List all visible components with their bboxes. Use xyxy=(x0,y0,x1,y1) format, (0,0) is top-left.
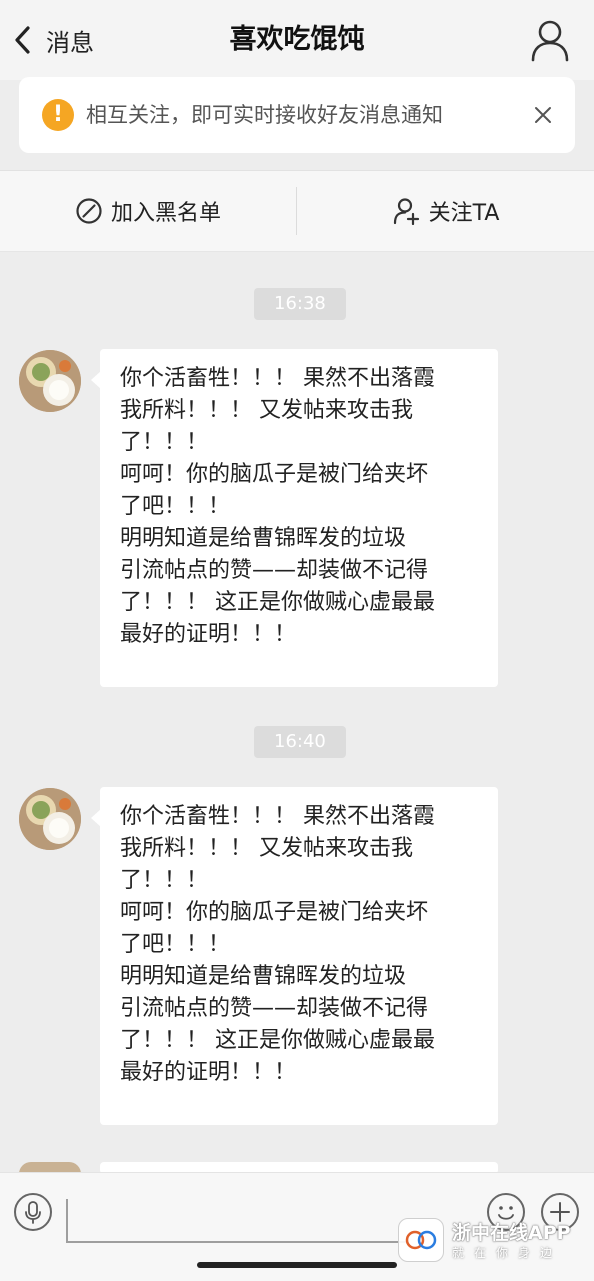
block-icon xyxy=(76,198,102,224)
close-icon[interactable] xyxy=(531,103,555,127)
blacklist-label: 加入黑名单 xyxy=(110,201,221,226)
notice-text: 相互关注，即可实时接收好友消息通知 xyxy=(86,103,443,127)
home-indicator xyxy=(197,1262,397,1268)
message-line: 了！！！ 这正是你做贼心虚最最 xyxy=(120,590,435,615)
warning-icon: ! xyxy=(42,99,74,131)
message-line: 呵呵！你的脑瓜子是被门给夹坏 xyxy=(120,462,429,487)
message-line: 最好的证明！！！ xyxy=(120,622,297,647)
message-timestamp: 16:38 xyxy=(254,288,346,320)
message-bubble[interactable]: 你个活畜牲！！！ 果然不出落霞 我所料！！！ 又发帖来攻击我 了！！！ 呵呵！你… xyxy=(91,349,498,687)
message-line: 了！！！ xyxy=(120,868,209,893)
top-nav-bar: 消息 喜欢吃馄饨 xyxy=(0,0,594,80)
watermark-name: 浙中在线APP xyxy=(452,1222,571,1244)
message-line: 了吧！！！ xyxy=(120,494,231,519)
action-bar: 加入黑名单 关注TA xyxy=(0,170,594,252)
user-profile-icon[interactable] xyxy=(530,18,570,62)
watermark-logo-icon xyxy=(398,1218,444,1262)
message-line: 我所料！！！ 又发帖来攻击我 xyxy=(120,836,413,861)
add-user-icon xyxy=(393,198,419,225)
message-input[interactable] xyxy=(66,1199,406,1243)
message-line: 最好的证明！！！ xyxy=(120,1060,297,1085)
sender-avatar[interactable] xyxy=(19,350,81,412)
add-to-blacklist-button[interactable]: 加入黑名单 xyxy=(0,171,296,251)
watermark-logo-glyph xyxy=(405,1230,437,1250)
message-line: 了！！！ 这正是你做贼心虚最最 xyxy=(120,1028,435,1053)
message-line: 引流帖点的赞——却装做不记得 xyxy=(120,996,429,1021)
message-line: 我所料！！！ 又发帖来攻击我 xyxy=(120,398,413,423)
microphone-icon[interactable] xyxy=(14,1193,52,1231)
food-avatar-image xyxy=(19,350,81,412)
message-line: 呵呵！你的脑瓜子是被门给夹坏 xyxy=(120,900,429,925)
message-line: 引流帖点的赞——却装做不记得 xyxy=(120,558,429,583)
follow-button[interactable]: 关注TA xyxy=(298,171,594,251)
microphone-glyph xyxy=(25,1201,41,1224)
message-line: 你个活畜牲！！！ 果然不出落霞 xyxy=(120,804,435,829)
sender-avatar[interactable] xyxy=(19,788,81,850)
message-line: 明明知道是给曹锦晖发的垃圾 xyxy=(120,526,407,551)
app-watermark: 浙中在线APP 就在你身边 xyxy=(398,1216,592,1266)
food-avatar-image xyxy=(19,788,81,850)
page-title: 喜欢吃馄饨 xyxy=(229,24,365,55)
action-divider xyxy=(296,187,297,235)
message-line: 了吧！！！ xyxy=(120,932,231,957)
message-timestamp: 16:40 xyxy=(254,726,346,758)
watermark-subtitle: 就在你身边 xyxy=(452,1246,563,1260)
follow-label: 关注TA xyxy=(428,201,500,226)
message-line: 你个活畜牲！！！ 果然不出落霞 xyxy=(120,366,435,391)
message-bubble[interactable]: 你个活畜牲！！！ 果然不出落霞 我所料！！！ 又发帖来攻击我 了！！！ 呵呵！你… xyxy=(91,787,498,1125)
follow-notice-banner: ! 相互关注，即可实时接收好友消息通知 xyxy=(19,77,575,153)
message-line: 明明知道是给曹锦晖发的垃圾 xyxy=(120,964,407,989)
message-line: 了！！！ xyxy=(120,430,209,455)
